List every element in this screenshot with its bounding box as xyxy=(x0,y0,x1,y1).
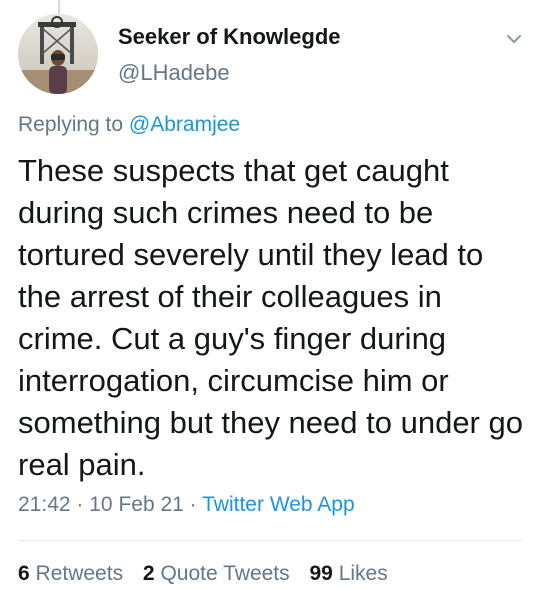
avatar-photo xyxy=(18,14,98,94)
retweets-label: Retweets xyxy=(35,562,124,585)
quote-tweets-stat[interactable]: 2 Quote Tweets xyxy=(143,562,290,586)
likes-stat[interactable]: 99 Likes xyxy=(310,562,388,586)
replying-to-prefix: Replying to xyxy=(18,113,124,136)
tweet-stats: 6 Retweets 2 Quote Tweets 99 Likes xyxy=(18,562,402,586)
thread-connector-line xyxy=(58,0,60,14)
divider xyxy=(18,540,522,541)
meta-separator: · xyxy=(189,493,197,516)
tweet-source[interactable]: Twitter Web App xyxy=(202,493,355,516)
tweet-date[interactable]: 10 Feb 21 xyxy=(89,493,184,516)
retweets-stat[interactable]: 6 Retweets xyxy=(18,562,123,586)
tweet-time[interactable]: 21:42 xyxy=(18,493,71,516)
quote-tweets-label: Quote Tweets xyxy=(160,562,290,585)
author-name[interactable]: Seeker of Knowlegde xyxy=(118,24,341,50)
chevron-down-icon[interactable] xyxy=(503,28,525,50)
replying-to-line: Replying to @Abramjee xyxy=(18,113,240,137)
author-handle[interactable]: @LHadebe xyxy=(118,60,230,86)
avatar[interactable] xyxy=(18,14,98,94)
likes-count: 99 xyxy=(309,562,333,585)
tweet-meta: 21:42 · 10 Feb 21 · Twitter Web App xyxy=(18,493,355,517)
likes-label: Likes xyxy=(338,562,388,585)
retweets-count: 6 xyxy=(18,562,30,585)
replying-to-link[interactable]: @Abramjee xyxy=(129,113,240,136)
tweet-text: These suspects that get caught during su… xyxy=(18,153,523,482)
quote-tweets-count: 2 xyxy=(142,562,155,585)
meta-separator: · xyxy=(76,493,84,516)
